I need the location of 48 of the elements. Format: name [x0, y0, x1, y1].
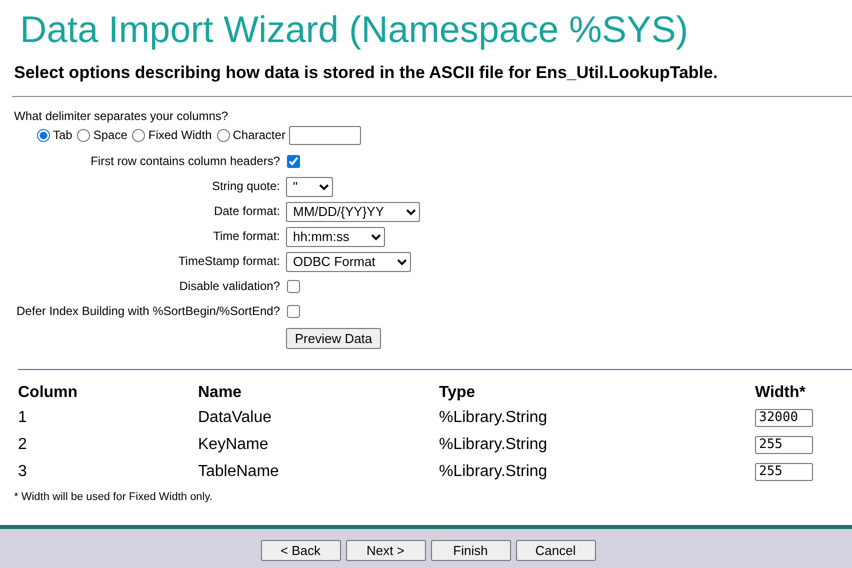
radio-label: Fixed Width — [148, 128, 212, 142]
width-field[interactable]: 255 — [755, 436, 813, 454]
checkbox[interactable] — [287, 155, 300, 168]
footnote: * Width will be used for Fixed Width only. — [13, 490, 214, 503]
option-label: TimeStamp format: — [177, 253, 281, 270]
radio-button[interactable] — [77, 128, 90, 142]
table-cell-text: KeyName — [198, 434, 270, 454]
table-cell: %Library.String — [439, 458, 755, 485]
radio-label: Tab — [53, 128, 72, 142]
format-select[interactable]: MM/DD/{YY}YY — [286, 202, 420, 222]
radio-label: Character — [232, 128, 286, 142]
wizard-button[interactable]: Cancel — [516, 540, 596, 561]
column-header: Width* — [755, 383, 807, 403]
page-subtitle: Select options describing how data is stored in the ASCII file for Ens_Util.LookupTable. — [13, 62, 719, 84]
width-field[interactable]: 255 — [755, 462, 813, 481]
option-label: Date format: — [212, 203, 281, 220]
table-cell-text: DataValue — [198, 408, 273, 428]
character-field[interactable] — [289, 126, 362, 144]
column-header: Name — [198, 382, 439, 404]
column-header: Type — [439, 382, 755, 404]
option-label: First row contains column headers? — [90, 153, 281, 170]
format-select[interactable]: " — [286, 176, 333, 196]
radio-button[interactable] — [216, 128, 230, 142]
wizard-button[interactable]: < Back — [260, 540, 340, 561]
radio-button[interactable] — [37, 128, 50, 142]
wizard-button[interactable]: Next > — [346, 540, 426, 561]
option-label: Time format: — [212, 228, 281, 245]
table-cell-text: 2 — [18, 434, 28, 454]
checkbox[interactable] — [287, 305, 300, 318]
preview-data-button[interactable]: Preview Data — [286, 328, 381, 349]
width-field[interactable]: 32000 — [755, 408, 813, 427]
checkbox[interactable] — [287, 280, 300, 293]
table-cell: 3 — [18, 458, 198, 485]
table-cell: %Library.String — [439, 431, 755, 458]
table-cell: %Library.String — [439, 404, 755, 431]
table-cell-text: TableName — [198, 462, 280, 482]
table-cell-text: 1 — [18, 408, 28, 428]
column-header: Column — [18, 383, 79, 403]
format-select[interactable]: ODBC Format — [286, 252, 411, 272]
option-label: Defer Index Building with %SortBegin/%SortEnd? — [16, 303, 281, 320]
radio-label: Space — [93, 128, 128, 142]
option-label: Disable validation? — [178, 278, 281, 295]
format-select[interactable]: hh:mm:ss — [286, 226, 385, 246]
wizard-button[interactable]: Finish — [430, 540, 510, 561]
option-label: String quote: — [210, 178, 281, 195]
delimiter-label: What delimiter separates your columns? — [14, 109, 230, 124]
page-title: Data Import Wizard (Namespace %SYS) — [19, 8, 690, 52]
radio-button[interactable] — [132, 128, 146, 142]
